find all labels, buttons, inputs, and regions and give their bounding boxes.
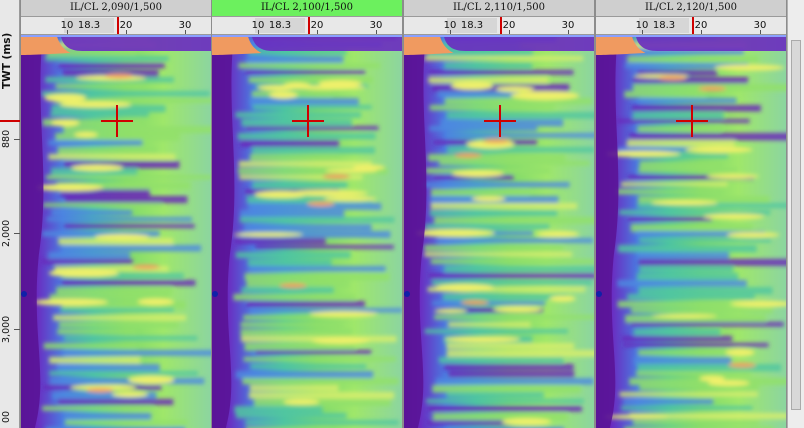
time-tick-label: 3,000 — [1, 315, 12, 343]
amplitude-ruler: 18.3 10 20 30 — [212, 17, 402, 35]
ruler-tick-mark — [450, 30, 451, 34]
ruler-tick-mark — [317, 30, 318, 34]
amplitude-ruler: 18.3 10 20 30 — [21, 17, 211, 35]
well-marker-icon — [596, 291, 602, 297]
seismic-plot-area[interactable] — [596, 35, 786, 428]
seismic-plot-area[interactable] — [404, 35, 594, 428]
crosshair-icon — [676, 105, 708, 137]
time-axis-title: TWT (ms) — [1, 32, 13, 90]
ruler-tick-mark — [258, 30, 259, 34]
ruler-cursor — [308, 17, 310, 34]
seismic-panel[interactable]: IL/CL 2,100/1,500 18.3 10 20 30 — [211, 0, 403, 428]
panel-title[interactable]: IL/CL 2,110/1,500 — [404, 0, 594, 17]
ruler-tick-mark — [509, 30, 510, 34]
crosshair-icon — [484, 105, 516, 137]
ruler-cursor — [692, 17, 694, 34]
seismic-plot-area[interactable] — [212, 35, 402, 428]
well-marker-icon — [404, 291, 410, 297]
ruler-tick-mark — [376, 30, 377, 34]
time-tick-label: 880 — [1, 129, 12, 149]
crosshair-icon — [292, 105, 324, 137]
scrollbar-thumb[interactable] — [791, 40, 801, 410]
ruler-tick-mark — [760, 30, 761, 34]
amplitude-ruler: 18.3 10 20 30 — [596, 17, 786, 35]
panel-title[interactable]: IL/CL 2,090/1,500 — [21, 0, 211, 17]
seismic-panel[interactable]: IL/CL 2,110/1,500 18.3 10 20 30 — [403, 0, 595, 428]
amplitude-ruler: 18.3 10 20 30 — [404, 17, 594, 35]
seismic-panel[interactable]: IL/CL 2,120/1,500 18.3 10 20 30 — [595, 0, 787, 428]
ruler-cursor — [117, 17, 119, 34]
vertical-scrollbar[interactable] — [787, 0, 804, 428]
panel-title[interactable]: IL/CL 2,120/1,500 — [596, 0, 786, 17]
seismic-plot-area[interactable] — [21, 35, 211, 428]
time-tick-label: 2,000 — [1, 219, 12, 247]
ruler-tick-mark — [701, 30, 702, 34]
ruler-tick-mark — [67, 30, 68, 34]
ruler-tick-mark — [185, 30, 186, 34]
panel-title[interactable]: IL/CL 2,100/1,500 — [212, 0, 402, 17]
time-axis: TWT (ms) 880 2,000 3,000 00 — [0, 0, 20, 428]
time-tick-label: 00 — [1, 410, 12, 424]
ruler-tick-mark — [642, 30, 643, 34]
well-marker-icon — [212, 291, 218, 297]
ruler-cursor — [500, 17, 502, 34]
seismic-panel[interactable]: IL/CL 2,090/1,500 18.3 10 20 30 — [20, 0, 212, 428]
ruler-tick-mark — [126, 30, 127, 34]
ruler-tick-mark — [568, 30, 569, 34]
well-marker-icon — [21, 291, 27, 297]
crosshair-icon — [101, 105, 133, 137]
